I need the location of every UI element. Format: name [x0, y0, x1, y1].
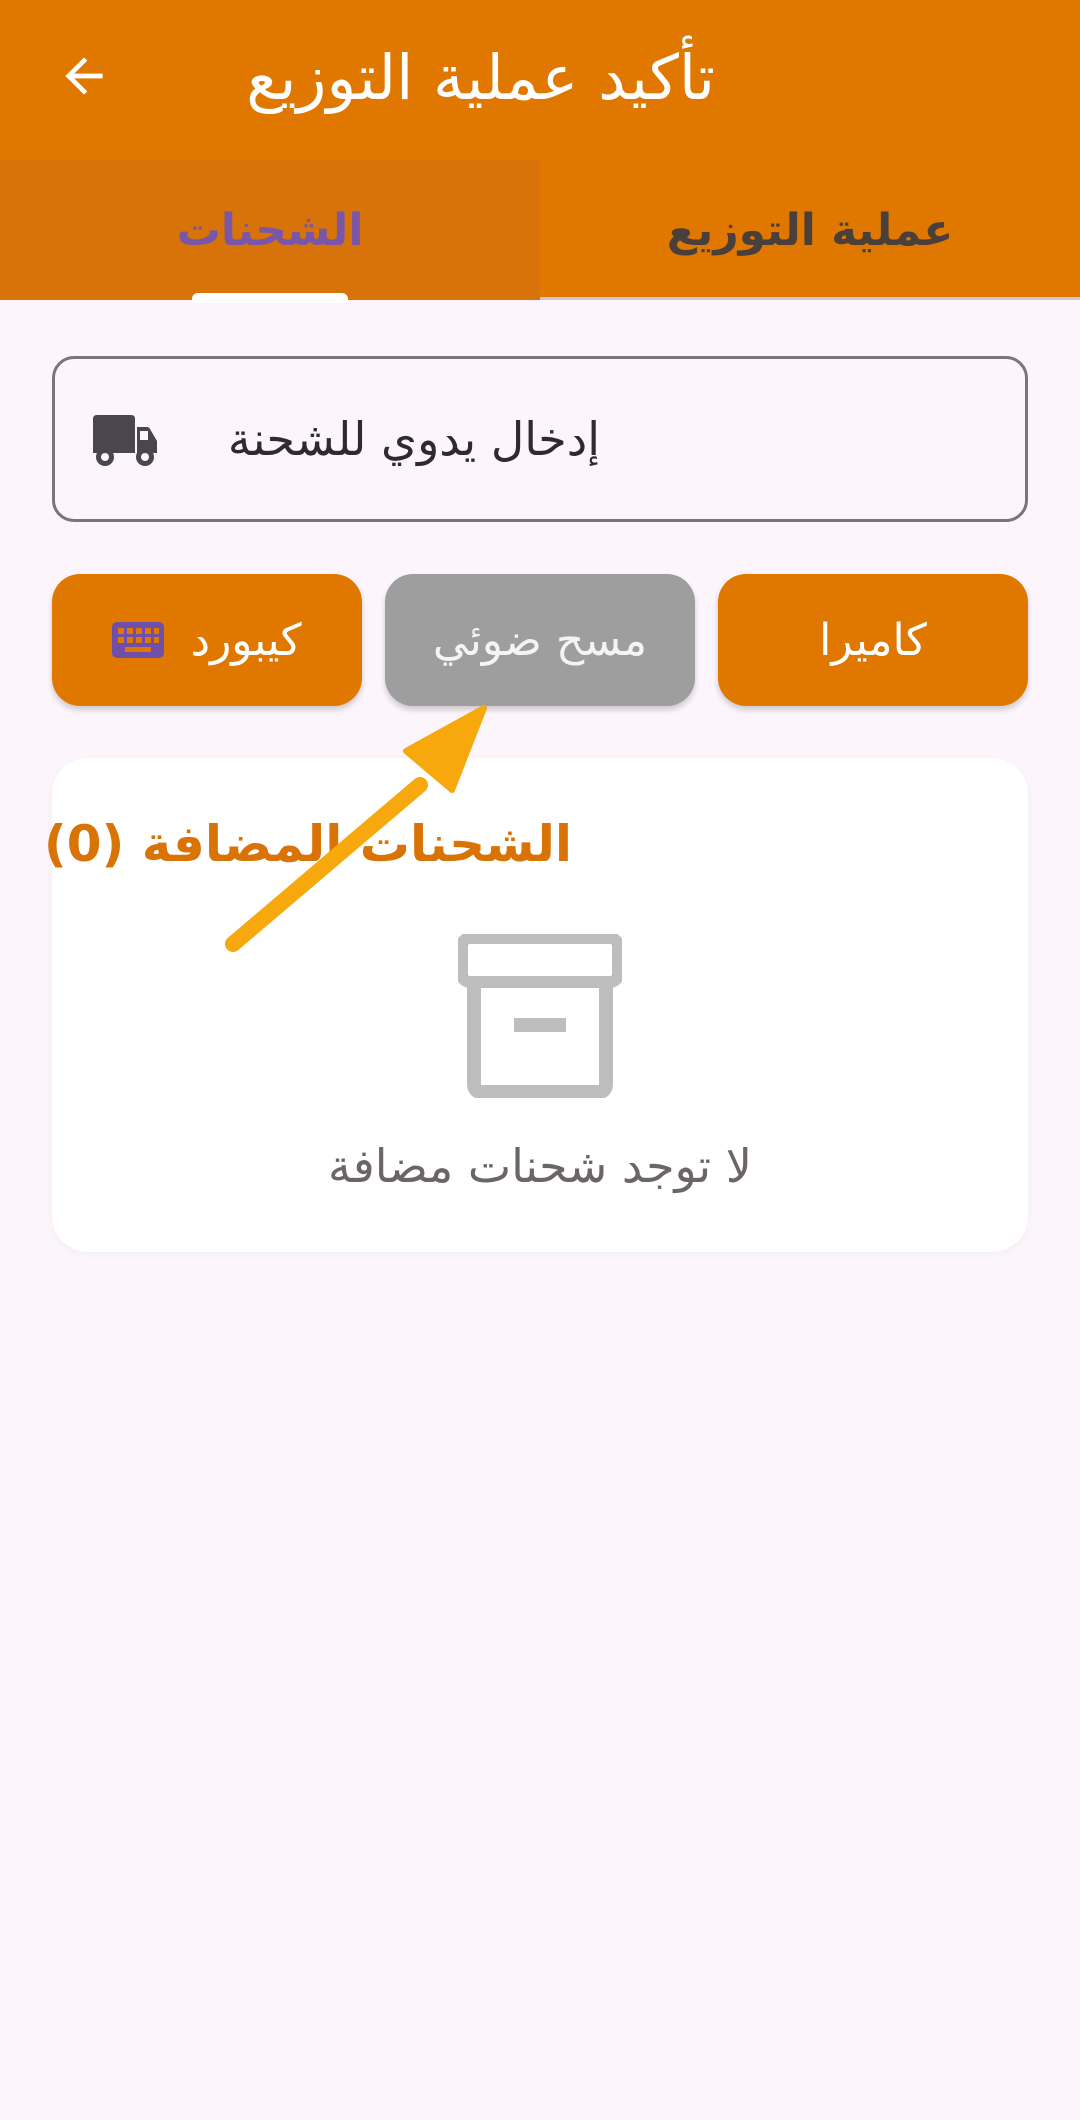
- tab-shipments-label: الشحنات: [176, 204, 364, 256]
- keyboard-button[interactable]: كيبورد: [52, 574, 362, 706]
- scan-button[interactable]: مسح ضوئي: [385, 574, 695, 706]
- tab-bar: الشحنات عملية التوزيع: [0, 160, 1080, 303]
- arrow-back-icon: [65, 57, 103, 95]
- keyboard-icon: [112, 622, 165, 658]
- tab-distribution-label: عملية التوزيع: [666, 204, 954, 256]
- empty-state-text: لا توجد شحنات مضافة: [328, 1139, 752, 1193]
- tab-distribution[interactable]: عملية التوزيع: [540, 160, 1080, 300]
- tab-shipments[interactable]: الشحنات: [0, 160, 540, 303]
- page-title: تأكيد عملية التوزيع: [246, 41, 715, 114]
- manual-shipment-input[interactable]: إدخال يدوي للشحنة: [52, 356, 1028, 522]
- keyboard-button-label: كيبورد: [190, 614, 302, 666]
- camera-button[interactable]: كاميرا: [718, 574, 1028, 706]
- tab-indicator: [192, 293, 348, 303]
- back-button[interactable]: [48, 40, 120, 112]
- added-shipments-title: الشحنات المضافة (0): [43, 815, 572, 873]
- camera-button-label: كاميرا: [819, 614, 927, 666]
- added-shipments-card: الشحنات المضافة (0) لا توجد شحنات مضافة: [44, 758, 1028, 1252]
- archive-box-icon: [458, 934, 622, 1098]
- manual-entry-placeholder: إدخال يدوي للشحنة: [227, 412, 600, 466]
- truck-icon: [93, 415, 157, 466]
- app-bar: تأكيد عملية التوزيع: [0, 0, 1080, 160]
- scan-button-label: مسح ضوئي: [432, 614, 648, 666]
